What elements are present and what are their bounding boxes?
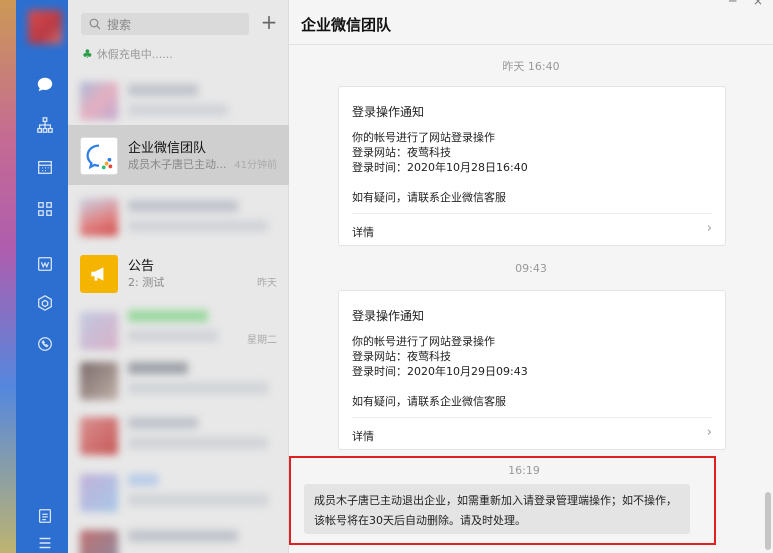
list-item[interactable] [68, 350, 289, 410]
blurred-text [128, 530, 238, 542]
menu-icon[interactable] [32, 530, 58, 553]
conversation-avatar [80, 82, 118, 120]
palm-tree-icon: ♣ [82, 47, 93, 61]
blurred-text [128, 330, 218, 342]
search-placeholder: 搜索 [107, 17, 132, 32]
conversation-time: 星期二 [247, 335, 277, 346]
conversation-list: 搜索 + ♣ 休假充电中...... 企业微信团队 成员木子唐已主动... 41… [68, 0, 289, 553]
conversation-name: 企业微信团队 [128, 141, 207, 156]
add-button[interactable]: + [259, 12, 279, 34]
files-icon[interactable] [32, 503, 58, 529]
list-item[interactable] [68, 186, 289, 246]
card-title: 登录操作通知 [352, 309, 425, 323]
list-item[interactable] [68, 462, 289, 522]
list-item-selected[interactable]: 企业微信团队 成员木子唐已主动... 41分钟前 [68, 125, 289, 185]
message-timestamp: 16:19 [508, 464, 540, 477]
card-line: 登录网站：夜莺科技 [352, 146, 451, 159]
card-help: 如有疑问，请联系企业微信客服 [352, 191, 506, 204]
list-item[interactable] [68, 70, 289, 130]
blurred-text [128, 220, 268, 232]
conversation-avatar [80, 417, 118, 455]
conversation-preview: 2: 测试 [128, 276, 165, 289]
megaphone-icon [80, 255, 118, 293]
blurred-text [128, 437, 268, 449]
search-icon [89, 18, 101, 30]
wecom-logo-icon [80, 137, 118, 175]
conversation-name: 公告 [128, 259, 155, 274]
card-divider [352, 417, 712, 418]
conversation-avatar [80, 530, 118, 553]
cube-icon[interactable] [32, 290, 58, 316]
org-chart-icon[interactable] [32, 112, 58, 138]
card-detail-link[interactable]: 详情 [352, 428, 374, 444]
chat-pane: ─ × 企业微信团队 昨天 16:40 登录操作通知 你的帐号进行了网站登录操作… [289, 0, 773, 553]
list-item[interactable] [68, 518, 289, 553]
conversation-preview: 成员木子唐已主动... [128, 158, 227, 171]
card-line: 你的帐号进行了网站登录操作 [352, 131, 495, 144]
list-item[interactable]: 公告 2: 测试 昨天 [68, 243, 289, 303]
blurred-text [128, 474, 158, 486]
status-text: 休假充电中...... [96, 48, 173, 61]
left-rail [0, 0, 68, 553]
conversation-time: 昨天 [257, 278, 277, 289]
list-item[interactable] [68, 405, 289, 465]
blurred-text [128, 104, 228, 116]
status-line[interactable]: ♣ 休假充电中...... [82, 46, 173, 62]
message-card: 登录操作通知 你的帐号进行了网站登录操作 登录网站：夜莺科技 登录时间：2020… [338, 290, 726, 450]
card-title: 登录操作通知 [352, 105, 425, 119]
chat-title: 企业微信团队 [301, 16, 392, 34]
apps-grid-icon[interactable] [32, 196, 58, 222]
blurred-text [128, 84, 198, 96]
close-button[interactable]: × [753, 0, 763, 8]
card-line: 登录时间：2020年10月28日16:40 [352, 161, 528, 174]
chevron-right-icon[interactable]: › [707, 425, 712, 440]
blurred-text [128, 310, 208, 322]
doc-icon[interactable] [32, 251, 58, 277]
divider [289, 44, 773, 45]
blurred-text [128, 200, 238, 212]
card-help: 如有疑问，请联系企业微信客服 [352, 395, 506, 408]
blurred-text [128, 494, 268, 506]
card-line: 登录时间：2020年10月29日09:43 [352, 365, 528, 378]
blurred-text [128, 362, 188, 374]
blurred-text [128, 382, 268, 394]
message-timestamp: 09:43 [515, 262, 547, 275]
conversation-avatar [80, 198, 118, 236]
blurred-text [128, 417, 198, 429]
calendar-icon[interactable] [32, 154, 58, 180]
message-timestamp: 昨天 16:40 [502, 60, 560, 73]
chevron-right-icon[interactable]: › [707, 221, 712, 236]
conversation-avatar [80, 312, 118, 350]
user-avatar[interactable] [28, 10, 62, 44]
conversation-avatar [80, 362, 118, 400]
card-line: 你的帐号进行了网站登录操作 [352, 335, 495, 348]
wallpaper-strip [0, 0, 16, 553]
conversation-time: 41分钟前 [234, 160, 277, 171]
search-input[interactable]: 搜索 [81, 13, 249, 35]
chat-icon[interactable] [32, 72, 58, 98]
minimize-button[interactable]: ─ [729, 0, 736, 8]
card-divider [352, 213, 712, 214]
phone-icon[interactable] [32, 331, 58, 357]
card-line: 登录网站：夜莺科技 [352, 350, 451, 363]
system-notice: 成员木子唐已主动退出企业，如需重新加入请登录管理端操作；如不操作，该帐号将在30… [304, 484, 690, 534]
message-card: 登录操作通知 你的帐号进行了网站登录操作 登录网站：夜莺科技 登录时间：2020… [338, 86, 726, 246]
conversation-avatar [80, 474, 118, 512]
scrollbar[interactable] [765, 492, 771, 550]
card-detail-link[interactable]: 详情 [352, 224, 374, 240]
